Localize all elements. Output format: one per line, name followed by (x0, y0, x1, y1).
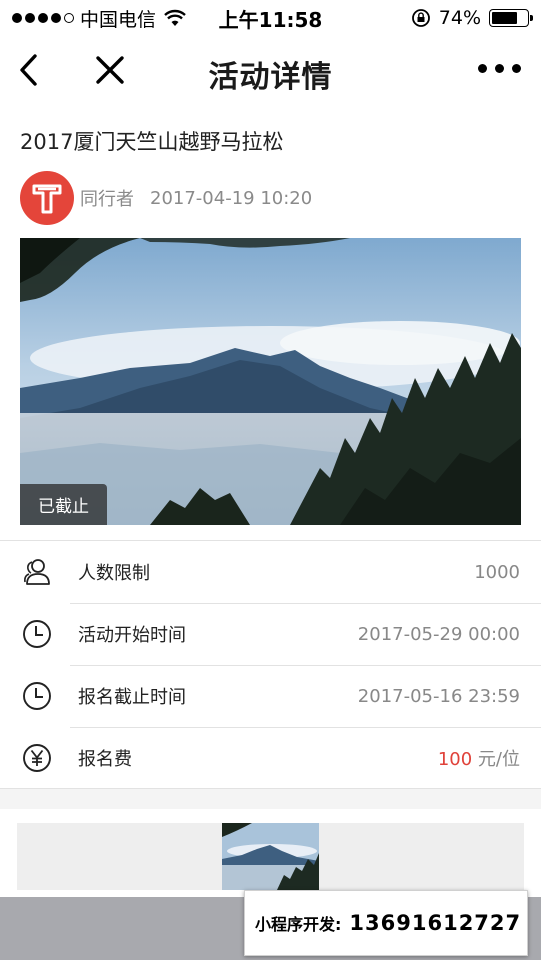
rotation-lock-icon (411, 9, 430, 27)
deadline-label: 报名截止时间 (78, 687, 186, 708)
more-dots-icon[interactable] (478, 64, 521, 73)
clock-icon (23, 620, 51, 648)
start-time-value: 2017-05-29 00:00 (357, 623, 520, 645)
clock-icon (23, 682, 51, 710)
developer-label: 小程序开发: (255, 915, 342, 934)
event-title: 2017厦门天竺山越野马拉松 (20, 130, 284, 154)
section-gap (0, 789, 541, 809)
battery-percent: 74% (438, 7, 481, 29)
status-badge: 已截止 (20, 484, 107, 525)
start-time-label: 活动开始时间 (78, 625, 186, 646)
avatar[interactable] (20, 171, 74, 225)
fee-unit: 元/位 (472, 749, 520, 770)
status-bar: 中国电信 上午11:58 74% (0, 0, 541, 36)
fee-label: 报名费 (78, 749, 132, 770)
list-item-participants: 人数限制 1000 (0, 541, 541, 603)
yen-icon (23, 744, 51, 772)
developer-contact-banner: 小程序开发: 13691612727 (244, 890, 528, 956)
participants-value: 1000 (474, 561, 520, 583)
event-info-list: 人数限制 1000 活动开始时间 2017-05-29 00:00 报名截止时间… (0, 540, 541, 789)
fee-value: 100 元/位 (438, 745, 520, 771)
list-item-deadline: 报名截止时间 2017-05-16 23:59 (0, 665, 541, 727)
developer-phone: 13691612727 (349, 911, 522, 935)
deadline-value: 2017-05-16 23:59 (357, 685, 520, 707)
battery-icon (489, 9, 533, 27)
mountain-thumbnail-image (222, 823, 319, 890)
list-item-start-time: 活动开始时间 2017-05-29 00:00 (0, 603, 541, 665)
image-gallery (17, 823, 524, 890)
people-icon (24, 559, 50, 585)
fee-amount: 100 (437, 749, 473, 770)
wifi-icon (164, 9, 186, 26)
list-item-fee: 报名费 100 元/位 (0, 727, 541, 789)
signal-icon (12, 13, 74, 23)
nav-bar: 活动详情 (0, 36, 541, 106)
participants-label: 人数限制 (78, 563, 150, 584)
status-time: 上午11:58 (218, 7, 323, 32)
post-time: 2017-04-19 10:20 (150, 187, 313, 209)
gallery-thumbnail[interactable] (222, 823, 319, 890)
page-title: 活动详情 (208, 60, 333, 95)
brand-logo-icon (32, 184, 62, 214)
mountain-landscape-image (20, 238, 521, 525)
cover-image[interactable]: 已截止 (20, 238, 521, 525)
author-name[interactable]: 同行者 (80, 185, 134, 211)
carrier-name: 中国电信 (80, 8, 157, 31)
author-row: 同行者 2017-04-19 10:20 (20, 170, 312, 226)
